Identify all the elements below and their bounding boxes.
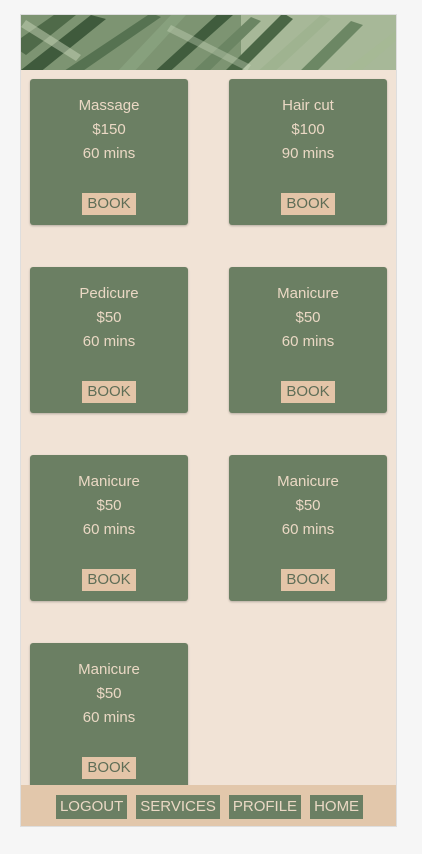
service-card: Manicure $50 60 mins BOOK bbox=[229, 267, 387, 413]
service-card: Hair cut $100 90 mins BOOK bbox=[229, 79, 387, 225]
service-duration: 60 mins bbox=[82, 709, 136, 726]
service-card: Manicure $50 60 mins BOOK bbox=[30, 643, 188, 789]
palm-leaves-image bbox=[21, 15, 396, 70]
service-duration: 60 mins bbox=[82, 333, 136, 350]
service-name: Manicure bbox=[277, 285, 339, 302]
service-name: Manicure bbox=[78, 661, 140, 678]
header-banner-image bbox=[21, 15, 396, 70]
service-name: Massage bbox=[78, 97, 140, 114]
nav-services-button[interactable]: SERVICES bbox=[136, 794, 220, 819]
service-price: $100 bbox=[291, 121, 325, 138]
book-button[interactable]: BOOK bbox=[82, 569, 136, 591]
service-duration: 60 mins bbox=[82, 521, 136, 538]
book-button[interactable]: BOOK bbox=[82, 381, 136, 403]
book-button[interactable]: BOOK bbox=[82, 193, 136, 215]
service-card: Massage $150 60 mins BOOK bbox=[30, 79, 188, 225]
service-price: $150 bbox=[92, 121, 126, 138]
service-card: Pedicure $50 60 mins BOOK bbox=[30, 267, 188, 413]
service-duration: 90 mins bbox=[281, 145, 335, 162]
nav-home-button[interactable]: HOME bbox=[310, 794, 364, 819]
nav-logout-button[interactable]: LOGOUT bbox=[55, 794, 128, 819]
service-name: Manicure bbox=[277, 473, 339, 490]
book-button[interactable]: BOOK bbox=[281, 381, 335, 403]
service-name: Hair cut bbox=[282, 97, 334, 114]
service-price: $50 bbox=[96, 309, 122, 326]
book-button[interactable]: BOOK bbox=[281, 569, 335, 591]
nav-profile-button[interactable]: PROFILE bbox=[228, 794, 302, 819]
service-name: Pedicure bbox=[79, 285, 139, 302]
service-duration: 60 mins bbox=[281, 521, 335, 538]
bottom-navbar: LOGOUT SERVICES PROFILE HOME bbox=[21, 785, 396, 826]
service-price: $50 bbox=[96, 685, 122, 702]
service-duration: 60 mins bbox=[281, 333, 335, 350]
service-name: Manicure bbox=[78, 473, 140, 490]
service-price: $50 bbox=[295, 309, 321, 326]
service-card: Manicure $50 60 mins BOOK bbox=[30, 455, 188, 601]
service-duration: 60 mins bbox=[82, 145, 136, 162]
service-card: Manicure $50 60 mins BOOK bbox=[229, 455, 387, 601]
app-screen: Massage $150 60 mins BOOK Hair cut $100 … bbox=[20, 14, 397, 827]
service-price: $50 bbox=[96, 497, 122, 514]
service-price: $50 bbox=[295, 497, 321, 514]
book-button[interactable]: BOOK bbox=[281, 193, 335, 215]
book-button[interactable]: BOOK bbox=[82, 757, 136, 779]
